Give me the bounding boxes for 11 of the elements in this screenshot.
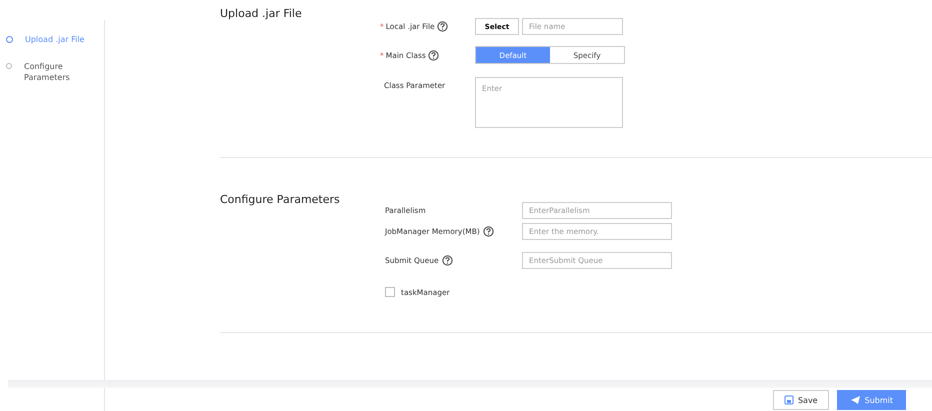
checkbox[interactable]: [385, 287, 395, 297]
section-title: Configure Parameters: [220, 193, 341, 208]
help-icon[interactable]: [442, 255, 453, 266]
help-icon[interactable]: [482, 226, 494, 237]
save-icon: [784, 395, 794, 405]
save-button[interactable]: Save: [772, 390, 829, 410]
section-title: Upload .jar File: [220, 7, 303, 22]
send-icon: [850, 395, 861, 405]
step-link[interactable]: Configure Parameters: [24, 61, 84, 83]
help-icon[interactable]: [428, 50, 439, 60]
help-icon[interactable]: [436, 21, 448, 32]
